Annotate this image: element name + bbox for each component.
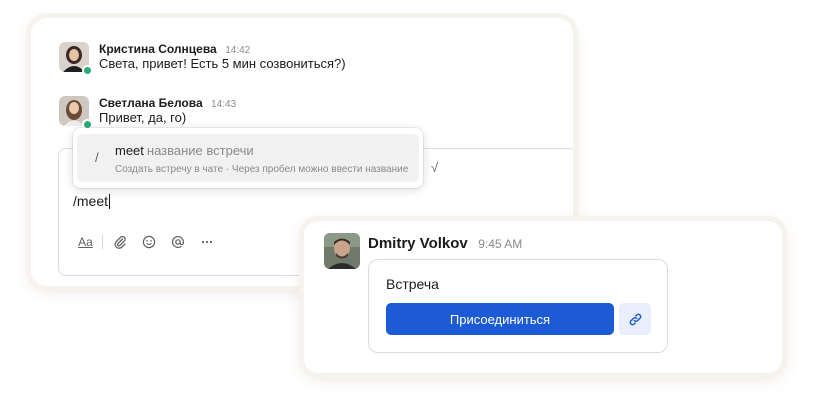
join-meeting-button[interactable]: Присоединиться (386, 303, 614, 335)
text-caret (109, 194, 111, 209)
command-argument-hint: название встречи (146, 143, 254, 158)
command-description: Создать встречу в чате · Через пробел мо… (115, 164, 409, 175)
message-text: Привет, да, го) (99, 110, 187, 125)
message-text: Света, привет! Есть 5 мин созвониться?) (99, 56, 346, 71)
message-author[interactable]: Кристина Солнцева (99, 42, 217, 56)
slash-icon: / (95, 150, 99, 165)
command-name: meet (115, 143, 144, 158)
message-input-value: /meet (73, 193, 109, 209)
more-icon[interactable] (192, 231, 221, 253)
avatar[interactable] (324, 233, 360, 269)
toolbar-divider (102, 235, 103, 249)
meeting-title: Встреча (386, 276, 439, 292)
message-timestamp[interactable]: 14:42 (225, 45, 250, 56)
text-format-label: Aa (78, 235, 93, 249)
message-input[interactable]: /meet (73, 193, 111, 209)
slash-command-item-meet[interactable]: / meet название встречи Создать встречу в… (77, 134, 419, 182)
composer-toolbar: Aa (71, 231, 221, 253)
avatar[interactable] (59, 96, 93, 130)
copy-link-button[interactable] (619, 303, 651, 335)
avatar[interactable] (59, 42, 93, 76)
message-author[interactable]: Светлана Белова (99, 96, 203, 110)
message-timestamp[interactable]: 9:45 AM (478, 237, 522, 251)
message-timestamp[interactable]: 14:43 (211, 99, 236, 110)
link-icon (629, 313, 641, 325)
meeting-message-card: Dmitry Volkov 9:45 AM Встреча Присоедини… (304, 221, 782, 373)
meeting-attachment: Встреча Присоединиться (368, 259, 668, 353)
slash-command-menu: / meet название встречи Создать встречу в… (73, 128, 423, 188)
attachment-icon[interactable] (105, 231, 134, 253)
text-format-icon[interactable]: Aa (71, 231, 100, 253)
emoji-icon[interactable] (134, 231, 163, 253)
sqrt-icon[interactable]: √ (431, 160, 438, 175)
presence-indicator (82, 65, 93, 76)
mention-icon[interactable] (163, 231, 192, 253)
message-author[interactable]: Dmitry Volkov (368, 235, 468, 252)
